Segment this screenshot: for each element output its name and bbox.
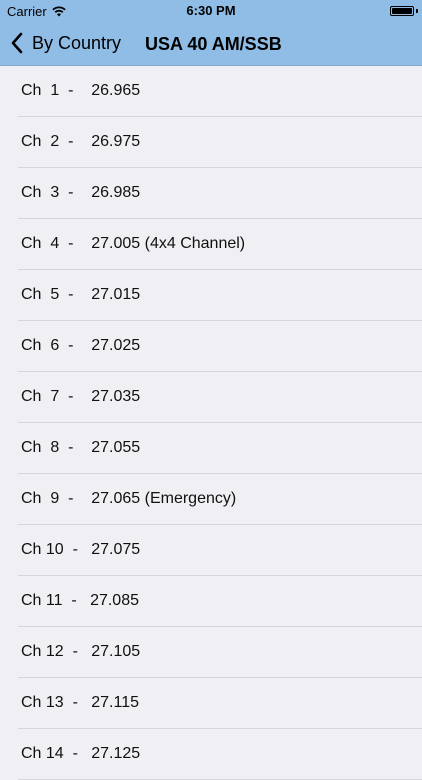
list-item[interactable]: Ch 6 - 27.025 [0, 321, 422, 372]
list-item[interactable]: Ch 9 - 27.065 (Emergency) [0, 474, 422, 525]
channel-label: Ch 13 - 27.115 [21, 694, 139, 711]
channel-label: Ch 5 - 27.015 [21, 286, 141, 303]
status-time: 6:30 PM [186, 3, 236, 18]
status-bar: Carrier 6:30 PM [0, 0, 422, 22]
list-item[interactable]: Ch 2 - 26.975 [0, 117, 422, 168]
back-button-label: By Country [32, 32, 122, 53]
list-item[interactable]: Ch 4 - 27.005 (4x4 Channel) [0, 219, 422, 270]
channel-label: Ch 4 - 27.005 (4x4 Channel) [21, 235, 246, 252]
channel-label: Ch 6 - 27.025 [21, 337, 141, 354]
channel-label: Ch 8 - 27.055 [21, 439, 141, 456]
channel-label: Ch 1 - 26.965 [21, 82, 141, 99]
list-item[interactable]: Ch 8 - 27.055 [0, 423, 422, 474]
battery-tip [416, 9, 418, 13]
chevron-left-icon [11, 32, 23, 54]
list-item[interactable]: Ch 7 - 27.035 [0, 372, 422, 423]
channel-label: Ch 7 - 27.035 [21, 388, 141, 405]
channel-label: Ch 3 - 26.985 [21, 184, 141, 201]
header: Carrier 6:30 PM By Country USA 40 AM/SSB [0, 0, 422, 66]
list-item[interactable]: Ch 5 - 27.015 [0, 270, 422, 321]
back-button[interactable]: By Country [10, 32, 121, 54]
channel-label: Ch 14 - 27.125 [21, 745, 141, 762]
battery-icon [390, 6, 414, 16]
channel-label: Ch 12 - 27.105 [21, 643, 141, 660]
list-item[interactable]: Ch 14 - 27.125 [0, 729, 422, 780]
list-item[interactable]: Ch 11 - 27.085 [0, 576, 422, 627]
channel-label: Ch 11 - 27.085 [21, 592, 139, 609]
battery-level [392, 8, 412, 14]
list-item[interactable]: Ch 3 - 26.985 [0, 168, 422, 219]
list-item[interactable]: Ch 13 - 27.115 [0, 678, 422, 729]
channel-label: Ch 9 - 27.065 (Emergency) [21, 490, 237, 507]
page-title: USA 40 AM/SSB [145, 34, 282, 54]
channel-label: Ch 2 - 26.975 [21, 133, 141, 150]
list-item[interactable]: Ch 1 - 26.965 [0, 66, 422, 117]
list-item[interactable]: Ch 12 - 27.105 [0, 627, 422, 678]
list-item[interactable]: Ch 10 - 27.075 [0, 525, 422, 576]
nav-bar: By Country USA 40 AM/SSB [0, 22, 422, 66]
channel-label: Ch 10 - 27.075 [21, 541, 141, 558]
channel-list: Ch 1 - 26.965 Ch 2 - 26.975 Ch 3 - 26.98… [0, 66, 422, 780]
